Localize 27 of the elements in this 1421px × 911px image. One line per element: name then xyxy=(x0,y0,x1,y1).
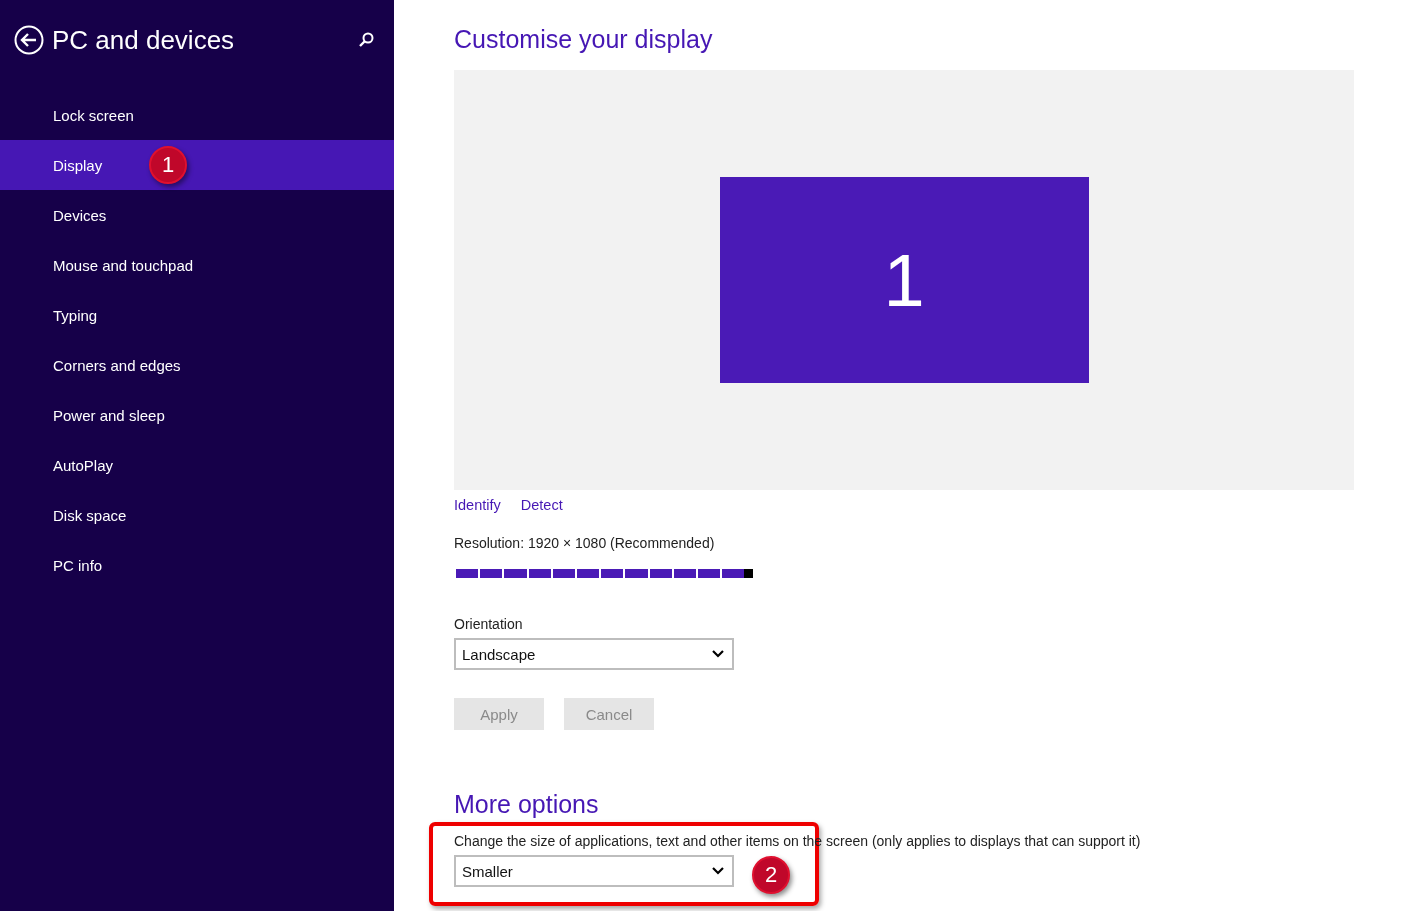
sidebar-item[interactable]: Devices xyxy=(0,190,394,240)
sidebar-item[interactable]: Disk space xyxy=(0,490,394,540)
sidebar-item[interactable]: Power and sleep xyxy=(0,390,394,440)
step-number-badge: 1 xyxy=(149,146,187,184)
monitor-tile[interactable]: 1 xyxy=(719,177,1089,383)
sidebar-item[interactable]: Lock screen xyxy=(0,90,394,140)
sidebar-item[interactable]: AutoPlay xyxy=(0,440,394,490)
sidebar-item[interactable]: Typing xyxy=(0,290,394,340)
sidebar-item[interactable]: Corners and edges xyxy=(0,340,394,390)
sidebar-item[interactable]: Display 1 xyxy=(0,140,394,190)
link[interactable]: Detect xyxy=(520,497,563,513)
slider-thumb[interactable] xyxy=(744,569,753,578)
sidebar-item[interactable]: PC info xyxy=(0,540,394,590)
link[interactable]: Identify xyxy=(454,497,501,513)
search-icon[interactable] xyxy=(358,32,374,48)
step-number-badge: 2 xyxy=(752,856,790,894)
sidebar-item[interactable]: Mouse and touchpad xyxy=(0,240,394,290)
orientation-dropdown[interactable]: Landscape xyxy=(454,638,734,670)
resolution-label: Resolution: 1920 × 1080 (Recommended) xyxy=(454,535,716,551)
page-title: Customise your display xyxy=(454,25,714,54)
orientation-label: Orientation xyxy=(454,616,524,632)
back-icon[interactable] xyxy=(14,25,44,55)
scaling-dropdown[interactable]: Smaller xyxy=(454,855,734,887)
sidebar-title: PC and devices xyxy=(52,24,236,56)
chevron-down-icon xyxy=(712,650,724,658)
chevron-down-icon xyxy=(712,867,724,875)
section-title: More options xyxy=(454,790,600,819)
